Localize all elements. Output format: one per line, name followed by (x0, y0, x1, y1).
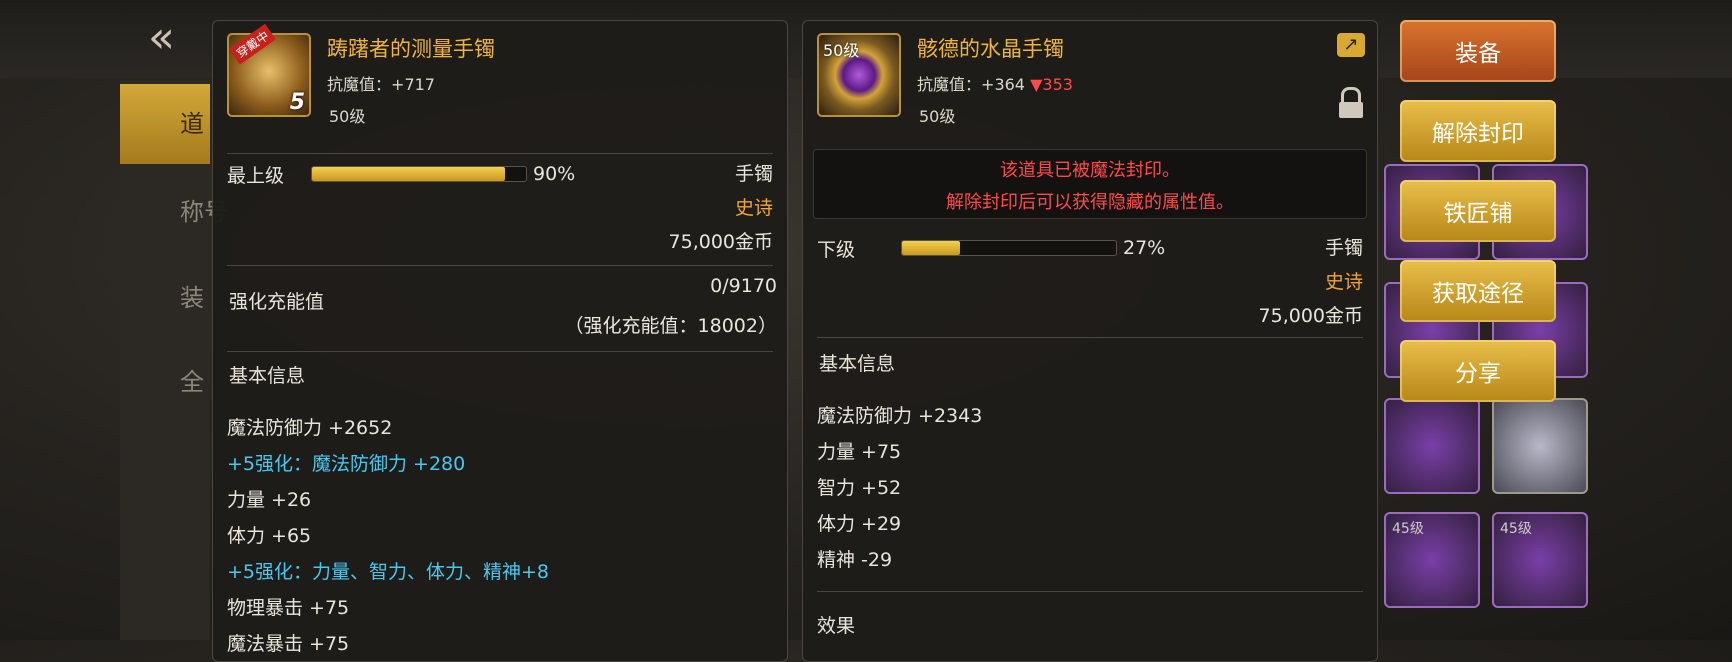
basic-info-title: 基本信息 (819, 353, 896, 375)
resist-label: 抗魔值 (917, 75, 966, 94)
stat-line: 智力 +52 (817, 477, 902, 499)
stat-line: 魔法防御力 +2652 (227, 417, 393, 439)
divider (817, 337, 1363, 338)
bracelet-item-icon: 穿戴中 5 (227, 23, 311, 117)
equipped-badge: 穿戴中 (229, 23, 276, 65)
unseal-button[interactable]: 解除封印 (1400, 100, 1556, 162)
lock-icon[interactable] (1339, 87, 1363, 121)
seal-notice-box: 该道具已被魔法封印。 解除封印后可以获得隐藏的属性值。 (813, 149, 1367, 219)
divider (227, 265, 773, 266)
item-rarity: 史诗 (1324, 271, 1363, 293)
back-arrow-icon[interactable]: « (148, 12, 175, 63)
item-name: 骸德的水晶手镯 (917, 37, 1064, 61)
resist-diff: ▼353 (1030, 75, 1073, 94)
inventory-slot[interactable] (1384, 398, 1480, 494)
enhance-level: 5 (289, 90, 305, 115)
grade-progress-bar (901, 240, 1117, 256)
stat-line: 体力 +65 (227, 525, 312, 547)
grade-progress-fill (312, 167, 505, 181)
item-level: 50级 (329, 107, 366, 126)
seal-notice-line2: 解除封印后可以获得隐藏的属性值。 (946, 192, 1234, 213)
equip-button[interactable]: 装备 (1400, 20, 1556, 82)
background-sidebar (120, 80, 210, 640)
slot-level-label: 45级 (1500, 521, 1532, 537)
item-level-badge: 50级 (823, 41, 860, 60)
stat-line: 魔法防御力 +2343 (817, 405, 983, 427)
item-name: 踌躇者的测量手镯 (327, 37, 495, 61)
share-icon[interactable]: ↗ (1337, 33, 1365, 57)
item-price: 75,000金币 (1258, 305, 1363, 327)
stat-line: 精神 -29 (817, 549, 893, 571)
resist-value: +717 (391, 75, 435, 94)
stat-line: 力量 +26 (227, 489, 312, 511)
divider (227, 153, 773, 154)
grade-progress-bar (311, 166, 527, 182)
sidebar-item-label: 道 (180, 110, 204, 138)
charge-value: 0/9170 (710, 275, 777, 297)
inventory-slot[interactable]: 45级 (1384, 512, 1480, 608)
blacksmith-button[interactable]: 铁匠铺 (1400, 180, 1556, 242)
slot-level-label: 45级 (1392, 521, 1424, 537)
stat-line: 物理暴击 +75 (227, 597, 350, 619)
equipped-item-panel: 穿戴中 5 踌躇者的测量手镯 抗魔值：+717 50级 最上级 90% 手镯 史… (212, 20, 788, 662)
divider (227, 351, 773, 352)
grade-progress-fill (902, 241, 960, 255)
enhance-stat-line: +5强化：力量、智力、体力、精神+8 (227, 561, 550, 583)
charge-label: 强化充能值 (229, 291, 325, 313)
obtain-source-button[interactable]: 获取途径 (1400, 260, 1556, 322)
inventory-slot[interactable]: 45级 (1492, 512, 1588, 608)
item-rarity: 史诗 (734, 197, 773, 219)
enhance-stat-line: +5强化：魔法防御力 +280 (227, 453, 466, 475)
share-button[interactable]: 分享 (1400, 340, 1556, 402)
seal-notice-line1: 该道具已被魔法封印。 (1000, 160, 1180, 181)
grade-percent: 90% (533, 163, 576, 185)
crystal-bracelet-icon: 50级 (817, 33, 901, 117)
grade-label: 下级 (817, 239, 856, 261)
stat-line: 力量 +75 (817, 441, 902, 463)
resist-label: 抗魔值 (327, 75, 376, 94)
resist-value: +364 (981, 75, 1025, 94)
compare-item-panel: 50级 骸德的水晶手镯 抗魔值：+364 ▼353 50级 ↗ 该道具已被魔法封… (802, 20, 1378, 662)
grade-percent: 27% (1123, 237, 1166, 259)
divider (817, 591, 1363, 592)
item-slot-type: 手镯 (734, 163, 773, 185)
item-level: 50级 (919, 107, 956, 126)
sidebar-item-label: 装 (180, 284, 204, 312)
charge-sub: （强化充能值：18002） (564, 315, 777, 337)
stat-line: 体力 +29 (817, 513, 902, 535)
basic-info-title: 基本信息 (229, 365, 306, 387)
grade-label: 最上级 (227, 165, 285, 187)
sidebar-item-label: 全 (180, 368, 204, 396)
item-slot-type: 手镯 (1324, 237, 1363, 259)
stat-line: 魔法暴击 +75 (227, 633, 350, 655)
effect-title: 效果 (817, 615, 856, 637)
item-price: 75,000金币 (668, 231, 773, 253)
inventory-slot[interactable] (1492, 398, 1588, 494)
